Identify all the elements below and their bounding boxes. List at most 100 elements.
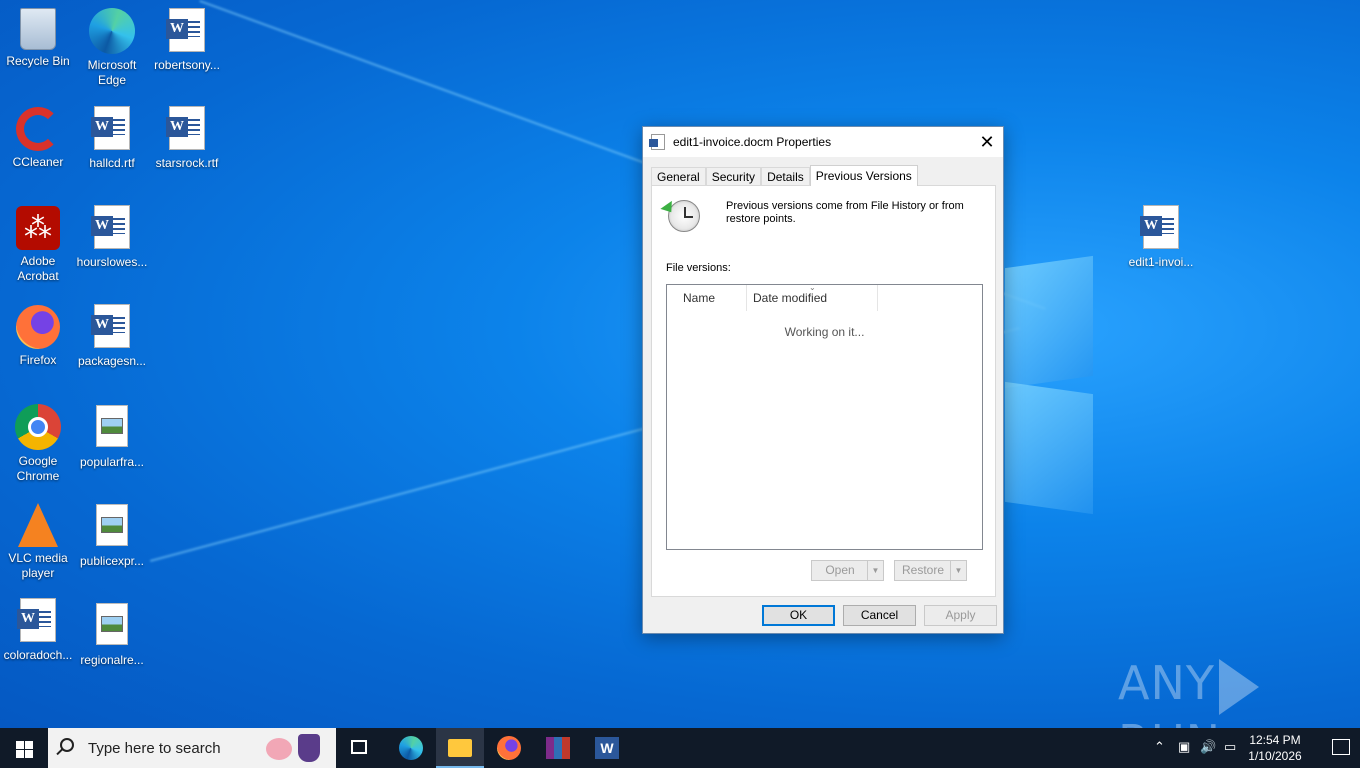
start-button[interactable] [0,728,48,768]
ccleaner-image [16,107,60,151]
edit1-invoice-doc-icon[interactable]: W edit1-invoi... [1123,205,1199,270]
word-document-icon: W [166,8,205,52]
taskbar-clock[interactable]: 12:54 PM 1/10/2026 [1240,732,1310,764]
close-icon[interactable]: ✕ [971,127,1003,157]
windows-logo-pane [1005,381,1093,515]
windows-logo-icon [25,741,33,749]
notification-icon[interactable] [1332,739,1350,755]
desktop-icon-label: packagesn... [77,354,147,368]
dialog-title: edit1-invoice.docm Properties [673,135,832,149]
recycle-bin-icon[interactable]: Recycle Bin [0,2,76,69]
status-text: Working on it... [784,325,865,339]
restore-button-label: Restore [901,563,945,577]
windows-logo-icon [16,741,24,749]
taskbar-search-box[interactable]: Type here to search [48,728,336,768]
tab-previous-versions[interactable]: Previous Versions [809,165,918,186]
vlc-image [18,503,58,547]
desktop-icon-label: popularfra... [79,455,145,469]
word-document-icon: W [91,304,130,348]
popularfra-image-icon[interactable]: popularfra... [74,403,150,470]
word-document-icon: W [91,106,130,150]
robertsony-doc-icon[interactable]: W robertsony... [149,8,225,73]
desktop-icon-label: hallcd.rtf [89,156,135,170]
taskbar-edge[interactable] [387,728,435,768]
apply-button[interactable]: Apply [924,605,997,626]
regionalre-image-icon[interactable]: regionalre... [74,601,150,668]
tab-security[interactable]: Security [705,167,762,186]
watermark-text-left: ANY [1118,656,1215,710]
task-view-button[interactable] [336,728,384,768]
windows-logo-icon [25,750,33,758]
open-button-label: Open [825,563,855,577]
cancel-button[interactable]: Cancel [843,605,916,626]
taskbar-winrar[interactable] [534,728,582,768]
desktop-icon-label: Microsoft Edge [87,58,137,87]
ok-button[interactable]: OK [762,605,835,626]
image-file-icon [96,405,128,447]
taskbar-file-explorer[interactable] [436,728,484,768]
open-split-button[interactable]: Open ▼ [811,560,884,581]
word-document-icon: W [17,598,56,642]
list-header: Name Date modified ⌄ [667,283,982,311]
chrome-image [15,404,61,450]
tab-strip: General Security Details Previous Versio… [651,165,918,186]
restore-split-button[interactable]: Restore ▼ [894,560,967,581]
sort-caret-icon: ⌄ [809,283,816,292]
windows-logo-pane [1005,255,1093,389]
tab-general[interactable]: General [651,167,706,186]
hourslowes-doc-icon[interactable]: W hourslowes... [74,205,150,270]
firefox-image [16,305,60,349]
file-versions-list[interactable]: Name Date modified ⌄ Working on it... [666,283,983,550]
tab-details[interactable]: Details [761,167,810,186]
taskbar-word[interactable]: W [583,728,631,768]
vlc-media-player-icon[interactable]: VLC media player [0,497,76,581]
word-file-icon [649,134,665,150]
starsrock-doc-icon[interactable]: W starsrock.rtf [149,106,225,171]
desktop-icon-label: Recycle Bin [6,54,70,68]
image-file-icon [96,603,128,645]
search-highlight-image [262,732,330,764]
volume-icon[interactable]: 🔊 [1200,739,1216,755]
desktop-icon-label: publicexpr... [79,554,145,568]
taskbar-firefox[interactable] [485,728,533,768]
ccleaner-icon[interactable]: CCleaner [0,101,76,170]
desktop-icon-label: Adobe Acrobat [17,254,59,283]
publicexpr-image-icon[interactable]: publicexpr... [74,502,150,569]
word-document-icon: W [166,106,205,150]
previous-versions-panel: Previous versions come from File History… [651,185,996,597]
properties-dialog: edit1-invoice.docm Properties ✕ General … [642,126,1004,634]
chevron-down-icon[interactable]: ▼ [867,561,883,580]
firefox-icon[interactable]: Firefox [0,299,76,368]
adobe-acrobat-icon[interactable]: ⁂ Adobe Acrobat [0,200,76,284]
chevron-up-icon[interactable]: ⌃ [1154,739,1165,755]
hallcd-doc-icon[interactable]: W hallcd.rtf [74,106,150,171]
search-placeholder: Type here to search [88,740,221,757]
column-name[interactable]: Name [677,285,747,311]
packagesn-doc-icon[interactable]: W packagesn... [74,304,150,369]
desktop-icon-label: CCleaner [12,155,64,169]
meet-now-icon[interactable]: ▣ [1178,739,1190,755]
system-tray: ⌃ ▣ 🔊 ▭ [1150,728,1250,768]
network-icon[interactable]: ▭ [1224,739,1236,755]
clock-time: 12:54 PM [1249,733,1301,747]
desktop-icon-label: coloradoch... [3,648,73,662]
recycle-bin-image [20,8,56,50]
google-chrome-icon[interactable]: Google Chrome [0,398,76,484]
desktop-icon-label: Google Chrome [16,454,60,483]
firefox-icon [497,736,521,760]
taskbar: Type here to search W ⌃ ▣ 🔊 ▭ 12:54 PM 1… [0,728,1360,768]
desktop-icon-label: hourslowes... [76,255,148,269]
task-view-icon [351,740,367,754]
windows-logo-icon [16,750,24,758]
acrobat-image: ⁂ [16,206,60,250]
word-document-icon: W [91,205,130,249]
microsoft-edge-icon[interactable]: Microsoft Edge [74,2,150,88]
desktop-icon-label: Firefox [19,353,57,367]
image-file-icon [96,504,128,546]
dialog-titlebar[interactable]: edit1-invoice.docm Properties ✕ [643,127,1003,157]
play-icon [1218,658,1259,715]
chevron-down-icon[interactable]: ▼ [950,561,966,580]
file-versions-label: File versions: [666,262,731,274]
coloradoch-doc-icon[interactable]: W coloradoch... [0,598,76,663]
desktop-icon-label: regionalre... [80,653,144,667]
